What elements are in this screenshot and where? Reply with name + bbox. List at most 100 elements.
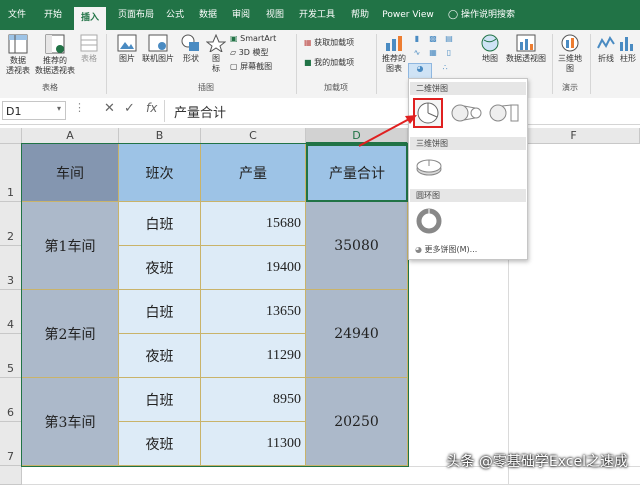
ribbon: 数据 透视表 推荐的 数据透视表 表格 表格 图片 联机图片 形状 图 标 ▣ …	[0, 30, 640, 99]
get-addins-button[interactable]: ▦ 获取加载项	[304, 38, 364, 48]
column-header-a[interactable]: A	[22, 128, 119, 144]
pie-3d-option[interactable]	[415, 155, 443, 179]
scatter-icon: ∴	[442, 63, 448, 72]
globe-icon	[481, 34, 499, 52]
output-cell[interactable]: 11290	[201, 334, 306, 378]
icons-button[interactable]: 图 标	[206, 34, 226, 74]
histogram-icon: ▤	[445, 34, 453, 43]
tab-page-layout[interactable]: 页面布局	[110, 0, 162, 30]
total-cell[interactable]: 35080	[306, 202, 408, 290]
sparkline-column-button[interactable]: 柱形	[618, 34, 638, 64]
3d-map-button[interactable]: 三维地 图	[556, 34, 584, 74]
total-cell[interactable]: 24940	[306, 290, 408, 378]
tab-data[interactable]: 数据	[194, 0, 222, 30]
header-cell-shift[interactable]: 班次	[119, 144, 201, 202]
shift-cell[interactable]: 夜班	[119, 422, 201, 466]
hierarchy-chart-button[interactable]: ▩	[426, 34, 440, 44]
line-chart-small-button[interactable]: ∿	[410, 48, 424, 58]
3d-model-button[interactable]: ▱ 3D 模型	[230, 48, 286, 58]
shift-cell[interactable]: 白班	[119, 202, 201, 246]
output-cell[interactable]: 13650	[201, 290, 306, 334]
smartart-button[interactable]: ▣ SmartArt	[230, 34, 286, 44]
waterfall-chart-button[interactable]: ▦	[426, 48, 440, 58]
select-all-corner[interactable]	[0, 128, 22, 144]
row-header-6[interactable]: 6	[0, 378, 22, 422]
row-header-5[interactable]: 5	[0, 334, 22, 378]
row-header-1[interactable]: 1	[0, 144, 22, 202]
recommended-pivot-button[interactable]: 推荐的 数据透视表	[34, 34, 76, 76]
sparkline-line-button[interactable]: 折线	[596, 34, 616, 64]
output-cell[interactable]: 11300	[201, 422, 306, 466]
pivot-table-button[interactable]: 数据 透视表	[4, 34, 32, 76]
enter-icon[interactable]: ✓	[124, 101, 135, 116]
scatter-chart-button[interactable]: ∴	[438, 63, 452, 73]
store-icon: ▦	[304, 38, 312, 47]
header-cell-total-selected[interactable]: 产量合计	[306, 144, 408, 202]
row-header-2[interactable]: 2	[0, 202, 22, 246]
column-chart-icon: ▮	[414, 34, 420, 43]
tab-power-view[interactable]: Power View	[382, 0, 434, 30]
statistic-chart-button[interactable]: ▤	[442, 34, 456, 44]
tab-file[interactable]: 文件	[2, 0, 32, 30]
shift-cell[interactable]: 白班	[119, 378, 201, 422]
output-cell[interactable]: 15680	[201, 202, 306, 246]
shift-cell[interactable]: 夜班	[119, 246, 201, 290]
online-picture-button[interactable]: 联机图片	[140, 34, 176, 64]
tab-home[interactable]: 开始	[36, 0, 70, 30]
workshop-cell[interactable]: 第1车间	[22, 202, 119, 290]
pie-3d-icon	[416, 159, 442, 176]
tab-review[interactable]: 审阅	[228, 0, 254, 30]
row-header-3[interactable]: 3	[0, 246, 22, 290]
ribbon-separator	[106, 34, 107, 94]
tab-help[interactable]: 帮助	[346, 0, 374, 30]
row-number: 5	[7, 362, 14, 375]
column-header-c[interactable]: C	[201, 128, 306, 144]
header-cell-workshop[interactable]: 车间	[22, 144, 119, 202]
section-donut: 圆环图	[410, 189, 526, 202]
tab-developer[interactable]: 开发工具	[296, 0, 338, 30]
ribbon-separator	[552, 34, 553, 94]
ribbon-separator	[590, 34, 591, 94]
shift-cell[interactable]: 白班	[119, 290, 201, 334]
shift-cell[interactable]: 夜班	[119, 334, 201, 378]
more-pie-charts-item[interactable]: ◕ 更多饼图(M)...	[415, 243, 523, 257]
chevron-down-icon[interactable]: ▾	[57, 104, 61, 113]
cancel-icon[interactable]: ✕	[104, 101, 115, 116]
combo-chart-icon: ▯	[446, 48, 452, 57]
table-button[interactable]: 表格	[78, 34, 100, 64]
column-header-b[interactable]: B	[119, 128, 201, 144]
row-header-4[interactable]: 4	[0, 290, 22, 334]
tab-insert[interactable]: 插入	[74, 7, 106, 30]
get-addins-label: 获取加载项	[314, 38, 355, 47]
combo-chart-button[interactable]: ▯	[442, 48, 456, 58]
workshop-cell[interactable]: 第3车间	[22, 378, 119, 466]
header-cell-output[interactable]: 产量	[201, 144, 306, 202]
workshop-cell[interactable]: 第2车间	[22, 290, 119, 378]
donut-option[interactable]	[415, 207, 443, 235]
tab-view[interactable]: 视图	[262, 0, 288, 30]
row-header-8[interactable]	[0, 466, 22, 485]
sparkline-line-label: 折线	[598, 54, 614, 63]
column-chart-small-button[interactable]: ▮	[410, 34, 424, 44]
formula-input[interactable]: 产量合计	[174, 102, 226, 121]
output-cell[interactable]: 8950	[201, 378, 306, 422]
pivot-chart-button[interactable]: 数据透视图	[504, 34, 548, 64]
tell-me-search[interactable]: ◯ 操作说明搜索	[448, 0, 528, 30]
pie-of-pie-option[interactable]	[451, 102, 483, 124]
my-addins-button[interactable]: ■ 我的加载项	[304, 58, 368, 68]
row-header-7[interactable]: 7	[0, 422, 22, 466]
pie-chart-button[interactable]: ◕	[408, 63, 432, 79]
output-cell[interactable]: 19400	[201, 246, 306, 290]
shapes-button[interactable]: 形状	[178, 34, 204, 64]
recommended-charts-button[interactable]: 推荐的 图表	[380, 34, 408, 74]
screenshot-button[interactable]: ▢ 屏幕截图	[230, 62, 290, 72]
bar-of-pie-option[interactable]	[489, 102, 521, 124]
ribbon-tab-bar: 文件 开始 插入 页面布局 公式 数据 审阅 视图 开发工具 帮助 Power …	[0, 0, 640, 30]
tab-formulas[interactable]: 公式	[162, 0, 188, 30]
total-cell[interactable]: 20250	[306, 378, 408, 466]
group-tables-label: 表格	[42, 83, 58, 92]
pie-chart-dropdown: 二维饼图 三维饼图 圆环图 ◕ 更多饼图(M)...	[408, 78, 528, 260]
maps-button[interactable]: 地图	[478, 34, 502, 64]
function-icon[interactable]: fx	[146, 101, 157, 115]
picture-button[interactable]: 图片	[114, 34, 140, 64]
